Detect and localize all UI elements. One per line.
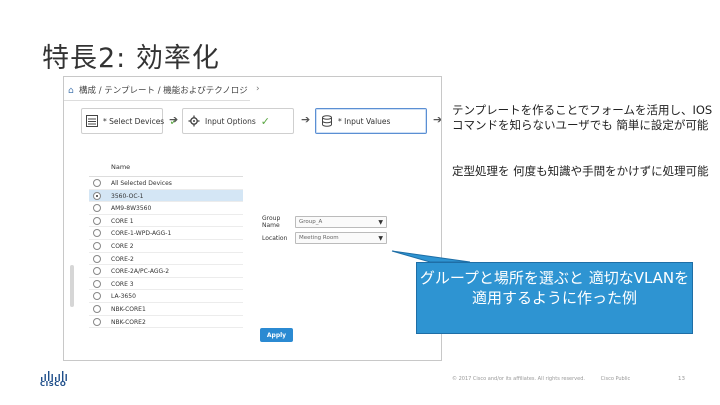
cisco-logo-text: CISCO	[40, 380, 67, 388]
callout-box: グループと場所を選ぶと 適切なVLANを適用するように作った例	[416, 262, 693, 334]
page-number: 13	[678, 376, 685, 382]
copyright: © 2017 Cisco and/or its affiliates. All …	[452, 376, 585, 382]
classification: Cisco Public	[600, 376, 631, 382]
callout-tail	[391, 250, 471, 263]
footer: © 2017 Cisco and/or its affiliates. All …	[452, 376, 644, 382]
